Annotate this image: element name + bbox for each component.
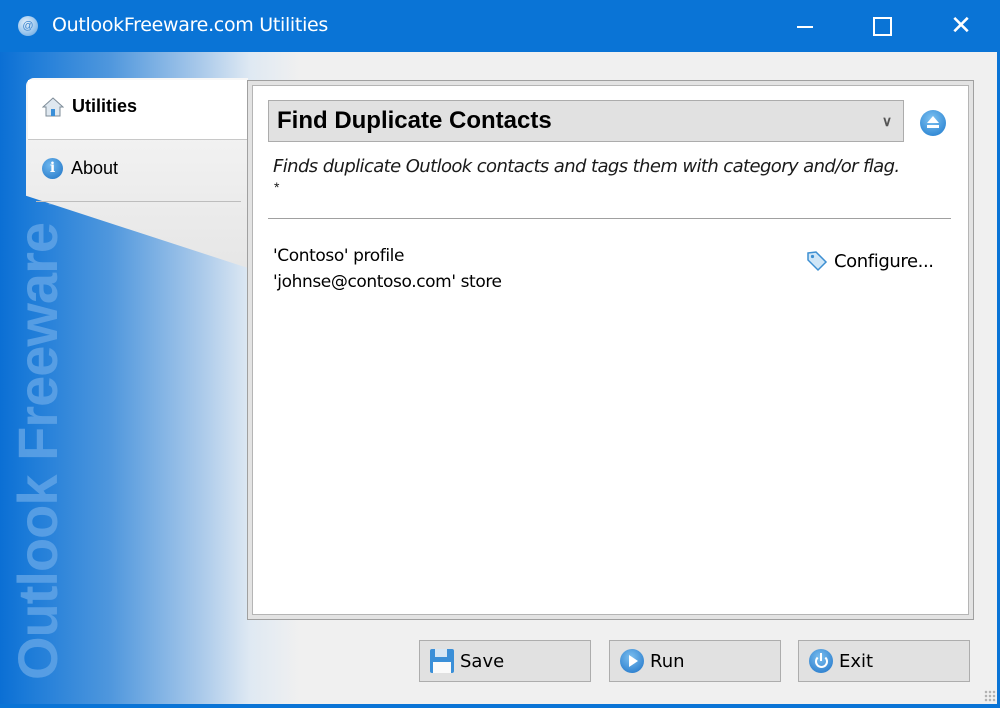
save-icon (430, 649, 454, 673)
close-icon: ✕ (950, 11, 972, 41)
exit-button[interactable]: Exit (798, 640, 970, 682)
store-line: 'johnse@contoso.com' store (273, 272, 502, 292)
brand-vertical-text: Outlook Freeware .com (6, 81, 69, 680)
maximize-button[interactable] (844, 0, 922, 52)
eject-icon-bar (927, 125, 939, 128)
save-button[interactable]: Save (419, 640, 591, 682)
play-icon-triangle (629, 655, 638, 667)
home-icon (41, 96, 65, 117)
run-button[interactable]: Run (609, 640, 781, 682)
sidebar-item-label: About (71, 158, 119, 178)
maximize-icon (873, 17, 892, 36)
save-icon-label (433, 662, 451, 673)
sidebar-item-about[interactable]: i About (42, 158, 118, 179)
resize-grip[interactable] (984, 690, 996, 702)
save-label: Save (460, 650, 505, 672)
content-inner: Find Duplicate Contacts ∨ Finds duplicat… (252, 85, 969, 615)
utility-select[interactable]: Find Duplicate Contacts ∨ (268, 100, 904, 142)
minimize-button[interactable] (766, 0, 844, 52)
configure-label: Configure... (834, 250, 934, 272)
collapse-button[interactable] (920, 110, 946, 136)
section-divider (268, 218, 951, 219)
profile-info: 'Contoso' profile 'johnse@contoso.com' s… (273, 243, 502, 295)
window-border-bottom (0, 704, 1000, 708)
sidebar-divider (36, 201, 241, 202)
description-note: * (274, 179, 280, 195)
chevron-down-icon: ∨ (881, 113, 893, 129)
window-title: OutlookFreeware.com Utilities (52, 14, 329, 36)
power-icon (809, 649, 833, 673)
title-bar: @ OutlookFreeware.com Utilities ✕ (0, 0, 1000, 52)
sidebar-item-utilities[interactable]: Utilities (41, 96, 138, 117)
tag-icon (806, 250, 828, 272)
eject-icon (927, 116, 939, 123)
run-label: Run (650, 650, 685, 672)
save-icon-shutter (435, 649, 447, 657)
close-button[interactable]: ✕ (922, 0, 1000, 52)
utility-select-value: Find Duplicate Contacts (277, 107, 552, 134)
utility-description: Finds duplicate Outlook contacts and tag… (273, 156, 900, 177)
play-icon (620, 649, 644, 673)
exit-label: Exit (839, 650, 874, 672)
app-icon: @ (18, 16, 38, 36)
info-icon: i (42, 158, 63, 179)
profile-line: 'Contoso' profile (273, 246, 405, 266)
sidebar-item-label: Utilities (72, 96, 138, 116)
minimize-icon (797, 26, 813, 28)
content-panel: Find Duplicate Contacts ∨ Finds duplicat… (247, 80, 974, 620)
power-icon-line (820, 653, 822, 661)
configure-link[interactable]: Configure... (806, 250, 934, 272)
